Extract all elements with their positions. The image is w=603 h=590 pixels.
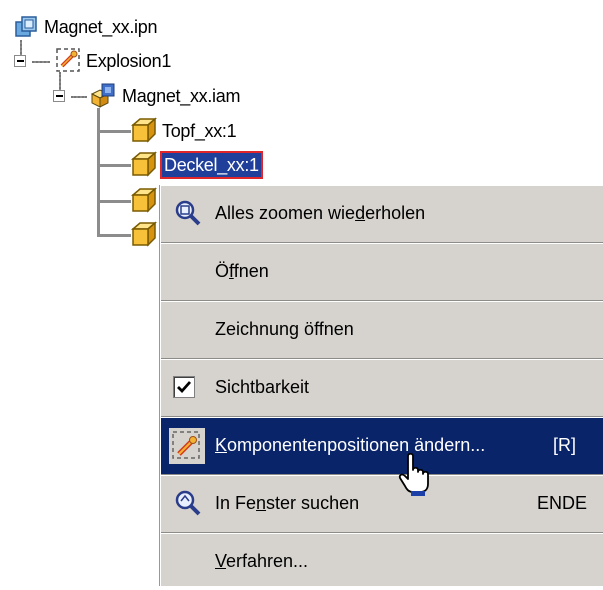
explosion-view-icon (54, 46, 84, 79)
menu-item-label: In Fenster suchen (215, 493, 360, 513)
presentation-file-icon (14, 14, 40, 45)
tree-connector (97, 108, 100, 236)
menu-item-label: Alles zoomen wiederholen (215, 203, 426, 223)
tree-node-explosion[interactable]: Explosion1 (86, 49, 171, 73)
menu-item-open-drawing[interactable]: Zeichnung öffnen (161, 302, 603, 358)
tree-node-root[interactable]: Magnet_xx.ipn (44, 15, 157, 39)
context-menu: Alles zoomen wiederholen Öffnen Zeichnun… (160, 185, 603, 586)
menu-item-visibility[interactable]: Sichtbarkeit (161, 360, 603, 416)
menu-item-label: Öffnen (215, 261, 269, 281)
menu-item-procedure[interactable]: Verfahren... (161, 534, 603, 590)
find-in-window-icon (173, 488, 203, 523)
tree-node-part[interactable]: Topf_xx:1 (162, 119, 237, 143)
tree-node-part-selected[interactable]: Deckel_xx:1 (160, 151, 263, 179)
hand-pointer-cursor-icon (396, 452, 436, 503)
tree-connector (97, 164, 131, 167)
tweak-components-icon (169, 428, 205, 464)
tree-connector (71, 96, 87, 98)
tree-connector (97, 130, 131, 133)
checkbox-checked-icon[interactable] (173, 376, 195, 398)
assembly-icon (88, 80, 118, 115)
menu-item-label: Sichtbarkeit (215, 377, 310, 397)
tree-connector (32, 61, 50, 63)
part-icon (130, 116, 158, 149)
menu-item-open[interactable]: Öffnen (161, 244, 603, 300)
menu-item-label: Verfahren... (215, 551, 309, 571)
part-icon (130, 150, 158, 183)
menu-item-shortcut: ENDE (537, 493, 588, 513)
menu-item-label: Komponentenpositionen ändern... (215, 435, 486, 455)
menu-item-zoom-all-repeat[interactable]: Alles zoomen wiederholen (161, 186, 603, 242)
tree-connector (97, 200, 131, 203)
part-icon (130, 220, 158, 253)
zoom-icon (173, 198, 203, 233)
collapse-toggle[interactable] (14, 55, 26, 67)
menu-item-change-component-positions[interactable]: Komponentenpositionen ändern... [R] (161, 418, 603, 474)
tree-node-assembly[interactable]: Magnet_xx.iam (122, 84, 240, 108)
tree-connector (97, 234, 131, 237)
part-icon (130, 186, 158, 219)
collapse-toggle[interactable] (53, 90, 65, 102)
menu-item-shortcut: [R] (553, 435, 577, 455)
menu-item-label: Zeichnung öffnen (215, 319, 354, 339)
menu-item-find-in-window[interactable]: In Fenster suchen ENDE (161, 476, 603, 532)
